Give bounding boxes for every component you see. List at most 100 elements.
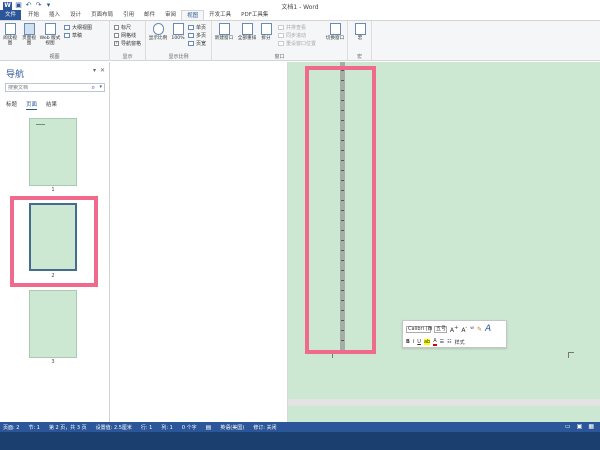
italic-icon[interactable]: I — [413, 339, 414, 345]
font-name-box[interactable]: Calibri (西 — [406, 325, 433, 333]
tab-insert[interactable]: 插入 — [44, 10, 65, 20]
page-width-button[interactable]: 页宽 — [188, 40, 206, 47]
status-bar: 页面: 2 节: 1 第 2 页，共 3 页 设置值: 2.5厘米 行: 1 列… — [0, 422, 600, 432]
switch-windows-button[interactable]: 切换窗口 — [324, 23, 346, 41]
arrange-all-icon — [241, 23, 253, 35]
group-show: 标尺 网格线 ✓ 导航窗格 显示 — [110, 21, 146, 61]
status-section[interactable]: 节: 1 — [28, 424, 39, 431]
draft-icon — [64, 33, 70, 38]
tab-layout[interactable]: 页面布局 — [86, 10, 118, 20]
split-icon — [260, 23, 272, 35]
read-mode-label: 阅读视图 — [3, 36, 17, 46]
next-document-page[interactable] — [288, 406, 600, 422]
view-side-by-side-button[interactable]: 并排查看 — [278, 24, 306, 31]
tab-mailings[interactable]: 邮件 — [139, 10, 160, 20]
nav-controls: ▾ ✕ — [93, 67, 105, 74]
underline-icon[interactable]: U — [417, 339, 421, 345]
zoom-button[interactable]: 显示比例 — [148, 23, 168, 41]
zoom-100-button[interactable]: 100% — [170, 23, 186, 41]
pinyin-guide-icon[interactable]: ᵂ — [470, 326, 474, 333]
close-icon[interactable]: ✕ — [100, 67, 105, 74]
tab-pdf-tools[interactable]: PDF工具集 — [236, 10, 273, 20]
arrange-all-button[interactable]: 全部重排 — [236, 23, 258, 41]
status-row[interactable]: 行: 1 — [141, 424, 152, 431]
styles-label[interactable]: 样式 — [455, 339, 465, 346]
grow-font-icon[interactable]: A+ — [450, 325, 458, 334]
styles-gallery-icon[interactable]: A — [485, 324, 491, 334]
nav-tab-results[interactable]: 结果 — [46, 100, 57, 110]
page-thumbnail-3[interactable] — [29, 290, 77, 358]
tab-developer[interactable]: 开发工具 — [204, 10, 236, 20]
group-window: 新建窗口 全部重排 拆分 并排查看 同步滚动 重设窗口位置 切换窗口 窗口 — [212, 21, 348, 61]
format-painter-icon[interactable]: ✎ — [477, 326, 482, 333]
sync-scrolling-label: 同步滚动 — [286, 33, 307, 39]
search-icon[interactable]: ⌕ — [92, 84, 95, 91]
tab-design[interactable]: 设计 — [65, 10, 86, 20]
proofing-icon[interactable]: ▤ — [206, 424, 212, 431]
print-layout-button[interactable]: 页面视图 — [20, 23, 38, 46]
tab-references[interactable]: 引用 — [118, 10, 139, 20]
numbering-icon[interactable]: ☷ — [447, 339, 451, 345]
outline-button[interactable]: 大纲视图 — [64, 24, 92, 31]
read-mode-button[interactable]: 阅读视图 — [1, 23, 19, 46]
mini-toolbar-row-2: B I U ab A ☰ ☷ 样式 — [406, 338, 465, 346]
tab-home[interactable]: 开始 — [23, 10, 44, 20]
new-window-button[interactable]: 新建窗口 — [213, 23, 235, 41]
tab-file[interactable]: 文件 — [0, 10, 22, 20]
status-track-changes[interactable]: 修订: 关闭 — [253, 424, 276, 431]
ruler-checkbox[interactable]: 标尺 — [114, 24, 131, 31]
reset-window-button[interactable]: 重设窗口位置 — [278, 40, 316, 47]
status-column[interactable]: 列: 1 — [161, 424, 172, 431]
navpane-label: 导航窗格 — [121, 41, 142, 47]
tab-review[interactable]: 审阅 — [160, 10, 181, 20]
status-page[interactable]: 页面: 2 — [3, 424, 19, 431]
side-by-side-label: 并排查看 — [286, 25, 307, 31]
bullets-icon[interactable]: ☰ — [440, 339, 444, 345]
nav-options-icon[interactable]: ▾ — [93, 67, 96, 74]
split-button[interactable]: 拆分 — [259, 23, 273, 41]
navpane-check-box[interactable]: ✓ — [114, 41, 119, 46]
nav-tab-headings[interactable]: 标题 — [6, 100, 17, 110]
font-size-box[interactable]: 五号 — [434, 325, 447, 333]
arrange-all-label: 全部重排 — [237, 36, 257, 41]
shrink-font-icon[interactable]: A- — [461, 325, 467, 334]
web-layout-button[interactable]: Web 版式视图 — [39, 23, 61, 46]
navpane-checkbox[interactable]: ✓ 导航窗格 — [114, 40, 141, 47]
highlighter-icon[interactable]: ab — [423, 339, 431, 345]
group-views-label: 视图 — [49, 54, 60, 60]
print-layout-icon[interactable]: ▣ — [577, 423, 583, 430]
status-page-of[interactable]: 第 2 页，共 3 页 — [49, 424, 87, 431]
page-gap — [288, 399, 600, 406]
multiple-pages-label: 多页 — [196, 33, 207, 39]
draft-button[interactable]: 草稿 — [64, 32, 82, 39]
multiple-pages-icon — [188, 33, 194, 38]
status-word-count[interactable]: 0 个字 — [182, 424, 197, 431]
gridlines-checkbox[interactable]: 网格线 — [114, 32, 136, 39]
macros-button[interactable]: 宏 — [351, 23, 369, 41]
group-macros: 宏 宏 — [348, 21, 372, 61]
gridlines-check-box[interactable] — [114, 33, 119, 38]
read-mode-icon[interactable]: ▭ — [565, 423, 571, 430]
ruler-check-box[interactable] — [114, 25, 119, 30]
web-layout-icon — [44, 23, 56, 35]
page-thumbnail-number-3: 3 — [51, 359, 55, 365]
nav-search-input[interactable] — [6, 84, 92, 92]
multiple-pages-button[interactable]: 多页 — [188, 32, 206, 39]
nav-tab-pages[interactable]: 页面 — [26, 100, 38, 110]
switch-windows-label: 切换窗口 — [325, 36, 345, 41]
nav-title: 导航 — [6, 70, 25, 80]
macros-icon — [354, 23, 366, 35]
tab-view[interactable]: 视图 — [181, 10, 205, 20]
page-thumbnail-1[interactable] — [29, 118, 77, 186]
bold-icon[interactable]: B — [406, 339, 410, 345]
font-color-icon[interactable]: A — [433, 338, 437, 346]
status-language[interactable]: 英语(美国) — [220, 424, 244, 431]
chevron-down-icon[interactable]: ▾ — [99, 84, 102, 91]
sync-scrolling-button[interactable]: 同步滚动 — [278, 32, 306, 39]
status-setting[interactable]: 设置值: 2.5厘米 — [96, 424, 132, 431]
draft-label: 草稿 — [72, 33, 83, 39]
one-page-button[interactable]: 单页 — [188, 24, 206, 31]
gridlines-label: 网格线 — [121, 33, 137, 39]
new-window-label: 新建窗口 — [214, 36, 234, 41]
web-layout-icon[interactable]: ▦ — [588, 423, 594, 430]
